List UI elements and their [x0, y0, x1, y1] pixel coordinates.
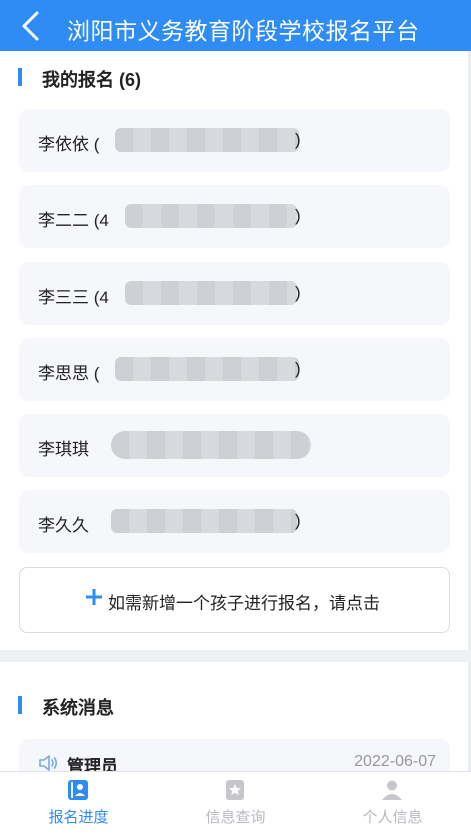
progress-icon: [68, 780, 88, 800]
close-paren: ): [295, 511, 301, 530]
child-name: 李思思 (: [38, 364, 100, 383]
redacted-id: [125, 281, 297, 305]
registration-card[interactable]: 李思思 ( ): [19, 338, 450, 401]
redacted-id: [111, 431, 311, 459]
add-child-button[interactable]: 如需新增一个孩子进行报名，请点击: [19, 567, 450, 633]
close-paren: ): [295, 283, 301, 302]
section-accent-bar: [18, 68, 22, 86]
redacted-id: [115, 357, 299, 381]
registration-card[interactable]: 李三三 (4 ): [19, 262, 450, 325]
child-name: 李琪琪: [38, 440, 89, 459]
child-name: 李二二 (4: [38, 211, 109, 230]
person-icon: [382, 780, 402, 800]
chevron-left-icon: [22, 11, 39, 41]
redacted-id: [115, 128, 299, 152]
plus-icon: [86, 589, 102, 605]
message-date: 2022-06-07: [354, 753, 436, 770]
registration-card[interactable]: 李久久 ): [19, 490, 450, 553]
child-name: 李依依 (: [38, 135, 100, 154]
top-bar: 浏阳市义务教育阶段学校报名平台: [0, 0, 471, 51]
star-doc-icon: [226, 780, 244, 800]
page-title: 浏阳市义务教育阶段学校报名平台: [67, 18, 420, 44]
messages-title: 系统消息: [42, 698, 114, 718]
child-name: 李久久: [38, 516, 89, 535]
registration-card[interactable]: 李二二 (4 ): [19, 185, 450, 248]
tab-personal-info[interactable]: 个人信息: [314, 772, 471, 836]
tab-progress[interactable]: 报名进度: [0, 772, 157, 836]
back-button[interactable]: [14, 8, 50, 44]
child-name: 李三三 (4: [38, 288, 109, 307]
tab-info-query[interactable]: 信息查询: [157, 772, 314, 836]
section-divider: [0, 650, 471, 662]
add-child-label: 如需新增一个孩子进行报名，请点击: [108, 594, 380, 613]
redacted-id: [125, 204, 297, 228]
close-paren: ): [295, 359, 301, 378]
registrations-title: 我的报名 (6): [42, 70, 141, 90]
tab-info-query-label: 信息查询: [205, 809, 266, 826]
registration-card[interactable]: 李依依 ( ): [19, 109, 450, 172]
section-accent-bar: [18, 696, 22, 714]
tab-progress-label: 报名进度: [48, 809, 109, 826]
close-paren: ): [295, 130, 301, 149]
redacted-id: [111, 509, 297, 533]
close-paren: ): [295, 206, 301, 225]
tab-personal-info-label: 个人信息: [362, 809, 423, 826]
registration-card[interactable]: 李琪琪: [19, 414, 450, 477]
bottom-tab-bar: 报名进度 信息查询 个人信息: [0, 771, 471, 836]
